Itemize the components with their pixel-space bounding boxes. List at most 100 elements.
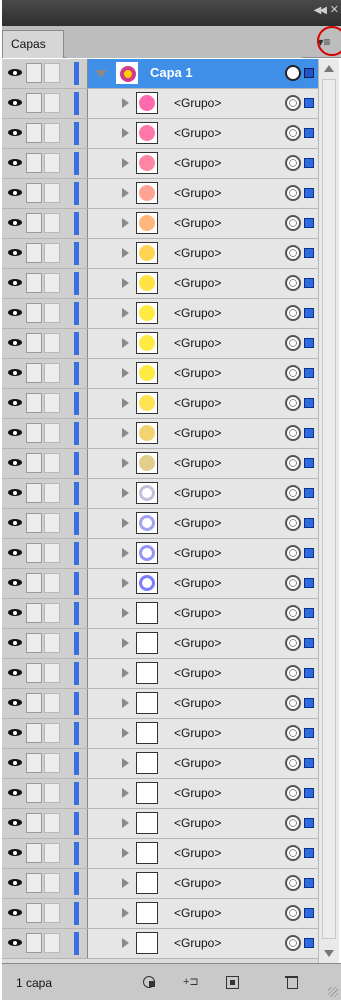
expand-triangle-icon[interactable] [122, 428, 129, 438]
selection-square-icon[interactable] [304, 218, 314, 228]
group-row[interactable]: <Grupo> [2, 389, 318, 419]
target-circle-icon[interactable] [285, 605, 301, 621]
visibility-eye-icon[interactable] [8, 127, 22, 138]
selection-square-icon[interactable] [304, 788, 314, 798]
visibility-eye-icon[interactable] [8, 187, 22, 198]
target-circle-icon[interactable] [285, 755, 301, 771]
lock-toggle[interactable] [26, 513, 42, 533]
target-circle-icon[interactable] [285, 155, 301, 171]
expand-triangle-icon[interactable] [95, 70, 107, 78]
template-toggle[interactable] [44, 93, 60, 113]
double-chevron-icon[interactable]: ◀◀ [314, 5, 327, 16]
selection-square-icon[interactable] [304, 758, 314, 768]
selection-square-icon[interactable] [304, 818, 314, 828]
lock-toggle[interactable] [26, 213, 42, 233]
expand-triangle-icon[interactable] [122, 308, 129, 318]
selection-square-icon[interactable] [304, 368, 314, 378]
visibility-eye-icon[interactable] [8, 877, 22, 888]
target-circle-icon[interactable] [285, 185, 301, 201]
scroll-thumb[interactable] [322, 79, 336, 939]
template-toggle[interactable] [44, 873, 60, 893]
target-circle-icon[interactable] [285, 455, 301, 471]
make-clipping-mask-icon[interactable] [142, 975, 158, 989]
expand-triangle-icon[interactable] [122, 728, 129, 738]
lock-toggle[interactable] [26, 693, 42, 713]
lock-toggle[interactable] [26, 663, 42, 683]
lock-toggle[interactable] [26, 333, 42, 353]
create-sublayer-icon[interactable]: +⊐ [183, 975, 199, 989]
visibility-eye-icon[interactable] [8, 337, 22, 348]
target-circle-icon[interactable] [285, 395, 301, 411]
expand-triangle-icon[interactable] [122, 848, 129, 858]
lock-toggle[interactable] [26, 393, 42, 413]
template-toggle[interactable] [44, 663, 60, 683]
template-toggle[interactable] [44, 333, 60, 353]
group-row[interactable]: <Grupo> [2, 629, 318, 659]
expand-triangle-icon[interactable] [122, 128, 129, 138]
visibility-eye-icon[interactable] [8, 667, 22, 678]
template-toggle[interactable] [44, 63, 60, 83]
group-row[interactable]: <Grupo> [2, 599, 318, 629]
lock-toggle[interactable] [26, 183, 42, 203]
visibility-eye-icon[interactable] [8, 937, 22, 948]
scroll-up-icon[interactable] [324, 65, 334, 72]
selection-square-icon[interactable] [304, 698, 314, 708]
template-toggle[interactable] [44, 183, 60, 203]
lock-toggle[interactable] [26, 453, 42, 473]
lock-toggle[interactable] [26, 573, 42, 593]
group-row[interactable]: <Grupo> [2, 179, 318, 209]
lock-toggle[interactable] [26, 423, 42, 443]
template-toggle[interactable] [44, 723, 60, 743]
selection-square-icon[interactable] [304, 728, 314, 738]
template-toggle[interactable] [44, 693, 60, 713]
lock-toggle[interactable] [26, 483, 42, 503]
template-toggle[interactable] [44, 273, 60, 293]
group-row[interactable]: <Grupo> [2, 839, 318, 869]
expand-triangle-icon[interactable] [122, 758, 129, 768]
tab-capas[interactable]: Capas [2, 30, 64, 58]
layer-row-capa-1[interactable]: Capa 1 [2, 59, 318, 89]
selection-square-icon[interactable] [304, 278, 314, 288]
template-toggle[interactable] [44, 933, 60, 953]
selection-square-icon[interactable] [304, 578, 314, 588]
lock-toggle[interactable] [26, 543, 42, 563]
expand-triangle-icon[interactable] [122, 638, 129, 648]
selection-square-icon[interactable] [304, 188, 314, 198]
group-row[interactable]: <Grupo> [2, 449, 318, 479]
visibility-eye-icon[interactable] [8, 817, 22, 828]
target-circle-icon[interactable] [285, 635, 301, 651]
group-row[interactable]: <Grupo> [2, 269, 318, 299]
scroll-down-icon[interactable] [324, 950, 334, 957]
lock-toggle[interactable] [26, 93, 42, 113]
group-row[interactable]: <Grupo> [2, 719, 318, 749]
lock-toggle[interactable] [26, 603, 42, 623]
selection-square-icon[interactable] [304, 308, 314, 318]
expand-triangle-icon[interactable] [122, 278, 129, 288]
template-toggle[interactable] [44, 813, 60, 833]
group-row[interactable]: <Grupo> [2, 209, 318, 239]
selection-square-icon[interactable] [304, 428, 314, 438]
expand-triangle-icon[interactable] [122, 938, 129, 948]
new-layer-icon[interactable] [224, 975, 240, 989]
template-toggle[interactable] [44, 483, 60, 503]
group-row[interactable]: <Grupo> [2, 299, 318, 329]
target-circle-icon[interactable] [285, 245, 301, 261]
visibility-eye-icon[interactable] [8, 217, 22, 228]
expand-triangle-icon[interactable] [122, 368, 129, 378]
visibility-eye-icon[interactable] [8, 757, 22, 768]
template-toggle[interactable] [44, 783, 60, 803]
target-circle-icon[interactable] [285, 515, 301, 531]
group-row[interactable]: <Grupo> [2, 119, 318, 149]
visibility-eye-icon[interactable] [8, 577, 22, 588]
template-toggle[interactable] [44, 753, 60, 773]
group-row[interactable]: <Grupo> [2, 929, 318, 959]
lock-toggle[interactable] [26, 363, 42, 383]
group-row[interactable]: <Grupo> [2, 329, 318, 359]
visibility-eye-icon[interactable] [8, 97, 22, 108]
group-row[interactable]: <Grupo> [2, 239, 318, 269]
expand-triangle-icon[interactable] [122, 818, 129, 828]
target-circle-icon[interactable] [285, 335, 301, 351]
target-circle-icon[interactable] [285, 575, 301, 591]
target-circle-icon[interactable] [285, 275, 301, 291]
target-circle-icon[interactable] [285, 365, 301, 381]
